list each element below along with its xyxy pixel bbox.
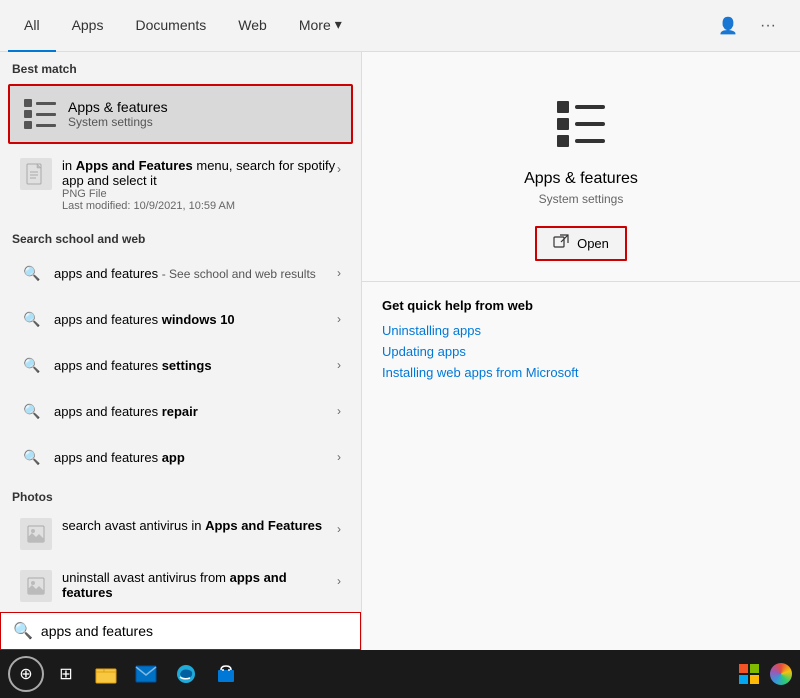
tab-web[interactable]: Web <box>222 0 283 52</box>
taskbar-search-btn[interactable]: ⊕ <box>8 656 44 692</box>
quick-help-link-0[interactable]: Uninstalling apps <box>382 323 780 338</box>
search-icon-4: 🔍 <box>20 445 44 469</box>
photos-item-0[interactable]: search avast antivirus in Apps and Featu… <box>8 510 353 558</box>
search-item-arrow-3: › <box>337 404 341 418</box>
chevron-down-icon: ▾ <box>335 16 342 33</box>
right-quick-help: Get quick help from web Uninstalling app… <box>362 282 800 402</box>
main-content: Best match <box>0 52 800 650</box>
search-item-text-0: apps and features - See school and web r… <box>54 266 337 281</box>
search-input[interactable] <box>41 623 348 639</box>
file-icon <box>20 158 52 190</box>
taskbar-explorer[interactable] <box>88 656 124 692</box>
best-match-item[interactable]: Apps & features System settings <box>8 84 353 144</box>
best-match-text: Apps & features System settings <box>68 99 168 129</box>
tab-apps[interactable]: Apps <box>56 0 120 52</box>
photos-item-text-0: search avast antivirus in Apps and Featu… <box>62 518 337 533</box>
taskbar-task-view[interactable]: ⊞ <box>48 656 84 692</box>
search-item-text-4: apps and features app <box>54 450 337 465</box>
left-panel: Best match <box>0 52 362 650</box>
file-result-arrow: › <box>337 158 341 176</box>
search-item-4[interactable]: 🔍 apps and features app › <box>8 435 353 479</box>
search-item-arrow-0: › <box>337 266 341 280</box>
nav-right: 👤 ··· <box>712 10 792 42</box>
photo-icon-1 <box>20 570 52 602</box>
search-icon-2: 🔍 <box>20 353 44 377</box>
right-app-title: Apps & features <box>524 170 638 188</box>
taskbar-system-icons <box>734 659 792 689</box>
search-bar: 🔍 <box>0 612 361 650</box>
search-item-2[interactable]: 🔍 apps and features settings › <box>8 343 353 387</box>
tab-documents[interactable]: Documents <box>119 0 222 52</box>
best-match-subtitle: System settings <box>68 115 168 129</box>
taskbar-mail[interactable] <box>128 656 164 692</box>
quick-help-link-1[interactable]: Updating apps <box>382 344 780 359</box>
open-label: Open <box>577 236 609 251</box>
right-app-icon <box>549 92 613 156</box>
photos-item-1[interactable]: uninstall avast antivirus from apps and … <box>8 562 353 610</box>
apps-features-icon <box>22 96 58 132</box>
photos-item-arrow-0: › <box>337 518 341 536</box>
search-item-arrow-2: › <box>337 358 341 372</box>
file-result-text: in Apps and Features menu, search for sp… <box>62 158 337 212</box>
top-nav: All Apps Documents Web More ▾ 👤 ··· <box>0 0 800 52</box>
taskbar-store[interactable] <box>208 656 244 692</box>
tab-more[interactable]: More ▾ <box>283 0 358 52</box>
photo-icon-0 <box>20 518 52 550</box>
taskbar-color-icon[interactable] <box>770 663 792 685</box>
search-bar-icon: 🔍 <box>13 621 33 641</box>
right-app-subtitle: System settings <box>539 192 624 206</box>
file-result-title: in Apps and Features menu, search for sp… <box>62 158 337 188</box>
photos-item-arrow-1: › <box>337 570 341 588</box>
file-result-item[interactable]: in Apps and Features menu, search for sp… <box>8 150 353 220</box>
quick-help-title: Get quick help from web <box>382 298 780 313</box>
taskbar: ⊕ ⊞ <box>0 650 800 698</box>
best-match-label: Best match <box>0 52 361 80</box>
search-item-text-3: apps and features repair <box>54 404 337 419</box>
search-item-1[interactable]: 🔍 apps and features windows 10 › <box>8 297 353 341</box>
right-panel: Apps & features System settings Open Get… <box>362 52 800 650</box>
search-item-arrow-1: › <box>337 312 341 326</box>
search-item-0[interactable]: 🔍 apps and features - See school and web… <box>8 251 353 295</box>
photos-item-text-1: uninstall avast antivirus from apps and … <box>62 570 337 600</box>
search-item-text-2: apps and features settings <box>54 358 337 373</box>
photos-label: Photos <box>0 480 361 508</box>
file-result-modified: Last modified: 10/9/2021, 10:59 AM <box>62 200 337 212</box>
quick-help-link-2[interactable]: Installing web apps from Microsoft <box>382 365 780 380</box>
search-icon-0: 🔍 <box>20 261 44 285</box>
open-button[interactable]: Open <box>535 226 627 261</box>
search-icon-3: 🔍 <box>20 399 44 423</box>
file-result-type: PNG File <box>62 188 337 200</box>
search-icon-1: 🔍 <box>20 307 44 331</box>
search-item-arrow-4: › <box>337 450 341 464</box>
open-icon <box>553 234 569 253</box>
right-top-section: Apps & features System settings Open <box>362 52 800 282</box>
taskbar-tile-icon[interactable] <box>734 659 764 689</box>
search-item-3[interactable]: 🔍 apps and features repair › <box>8 389 353 433</box>
search-school-label: Search school and web <box>0 222 361 250</box>
search-item-text-1: apps and features windows 10 <box>54 312 337 327</box>
best-match-title: Apps & features <box>68 99 168 115</box>
more-options-icon[interactable]: ··· <box>752 10 784 42</box>
user-icon[interactable]: 👤 <box>712 10 744 42</box>
taskbar-edge[interactable] <box>168 656 204 692</box>
tab-all[interactable]: All <box>8 0 56 52</box>
